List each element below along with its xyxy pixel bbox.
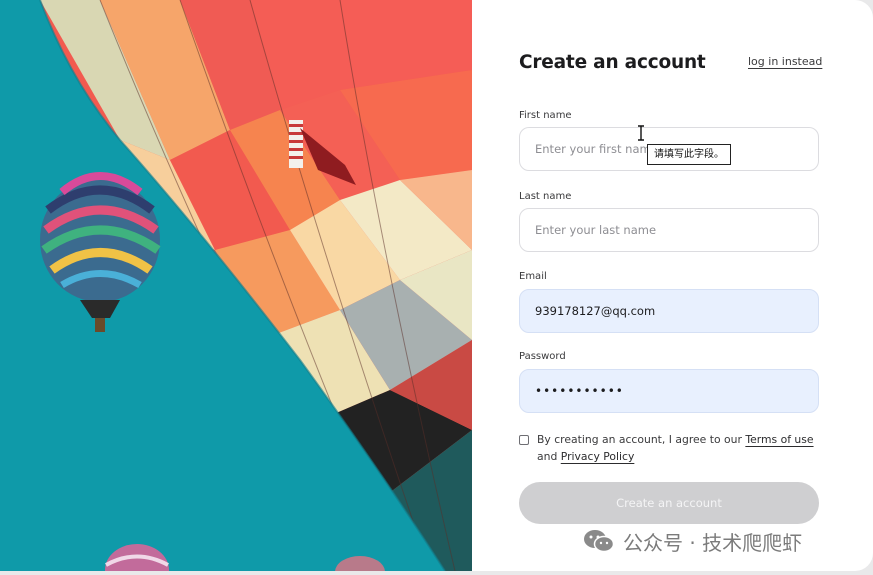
password-label: Password — [519, 351, 566, 362]
text-cursor-icon — [638, 125, 644, 141]
terms-of-use-link[interactable]: Terms of use — [745, 433, 813, 446]
password-field[interactable] — [519, 369, 819, 413]
privacy-policy-link[interactable]: Privacy Policy — [561, 450, 635, 463]
hero-photo-balloons — [0, 0, 472, 571]
watermark-text: 公众号 · 技术爬爬虾 — [623, 530, 803, 555]
validation-tooltip: 请填写此字段。 — [647, 144, 731, 165]
first-name-label: First name — [519, 110, 572, 121]
signup-card: Create an account log in instead First n… — [0, 0, 873, 571]
agree-prefix: By creating an account, I agree to our — [537, 433, 746, 446]
email-label: Email — [519, 271, 547, 282]
watermark: 公众号 · 技术爬爬虾 — [583, 527, 802, 555]
balloon-illustration — [0, 0, 472, 571]
create-account-button[interactable]: Create an account — [519, 482, 819, 524]
wechat-icon — [584, 530, 615, 553]
page-title: Create an account — [519, 52, 706, 73]
agree-middle: and — [537, 450, 561, 463]
last-name-field[interactable] — [519, 208, 819, 252]
login-instead-link[interactable]: log in instead — [748, 55, 822, 68]
terms-checkbox[interactable] — [519, 435, 529, 445]
terms-agreement-text: By creating an account, I agree to our T… — [537, 431, 817, 465]
email-field[interactable] — [519, 289, 819, 333]
signup-form: Create an account log in instead First n… — [472, 0, 873, 571]
last-name-label: Last name — [519, 191, 572, 202]
